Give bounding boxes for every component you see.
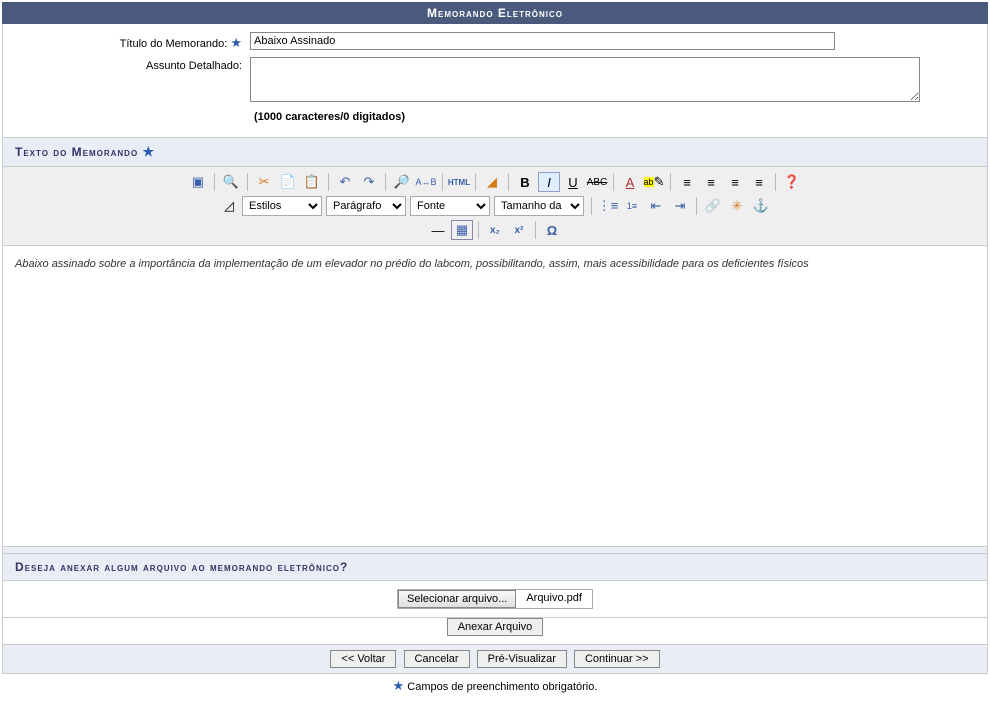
separator	[591, 197, 592, 215]
special-char-icon[interactable]: Ω	[541, 220, 563, 240]
file-select-row: Selecionar arquivo... Arquivo.pdf	[2, 581, 988, 618]
bold-icon[interactable]: B	[514, 172, 536, 192]
paragraph-select[interactable]: Parágrafo	[326, 196, 406, 216]
required-star-icon: ★	[230, 35, 242, 50]
table-icon[interactable]: ▦	[451, 220, 473, 240]
form-section: Título do Memorando: ★ Assunto Detalhado…	[2, 24, 988, 138]
required-star-icon: ★	[143, 144, 156, 159]
separator	[508, 173, 509, 191]
anchor-icon[interactable]: ⚓	[750, 196, 772, 216]
back-button[interactable]: << Voltar	[330, 650, 396, 668]
align-justify-icon[interactable]: ≡	[748, 172, 770, 192]
required-star-icon: ★	[393, 678, 405, 693]
attach-row: Anexar Arquivo	[2, 618, 988, 645]
number-list-icon[interactable]: 1≡	[621, 196, 643, 216]
separator	[478, 221, 479, 239]
anexo-section-header: Deseja anexar algum arquivo ao memorando…	[2, 554, 988, 581]
clear-format-icon[interactable]: ◢	[481, 172, 503, 192]
italic-icon[interactable]: I	[538, 172, 560, 192]
html-icon[interactable]: HTML	[448, 172, 470, 192]
undo-icon[interactable]: ↶	[334, 172, 356, 192]
redo-icon[interactable]: ↷	[358, 172, 380, 192]
separator	[247, 173, 248, 191]
font-size-select[interactable]: Tamanho da Fo	[494, 196, 584, 216]
underline-icon[interactable]: U	[562, 172, 584, 192]
texto-section-header: Texto do Memorando ★	[2, 138, 988, 167]
text-color-icon[interactable]: A	[619, 172, 641, 192]
copy-icon[interactable]: 📄	[277, 172, 299, 192]
editor-toolbar: ▣ 🔍 ✂ 📄 📋 ↶ ↷ 🔎 A↔B HTML ◢ B I U ABC A a…	[3, 167, 987, 246]
separator	[214, 173, 215, 191]
indent-icon[interactable]: ⇥	[669, 196, 691, 216]
help-icon[interactable]: ❓	[781, 172, 803, 192]
superscript-icon[interactable]: x²	[508, 220, 530, 240]
selected-file-name: Arquivo.pdf	[516, 590, 592, 608]
fullscreen-icon[interactable]: ▣	[187, 172, 209, 192]
titulo-label: Título do Memorando: ★	[15, 32, 250, 51]
separator	[385, 173, 386, 191]
cut-icon[interactable]: ✂	[253, 172, 275, 192]
highlight-color-icon[interactable]: ab✎	[643, 172, 665, 192]
unlink-icon[interactable]: ✳	[726, 196, 748, 216]
find-icon[interactable]: 🔎	[391, 172, 413, 192]
footnote: ★ Campos de preenchimento obrigatório.	[2, 674, 988, 698]
cancel-button[interactable]: Cancelar	[404, 650, 470, 668]
titulo-input[interactable]	[250, 32, 835, 50]
replace-icon[interactable]: A↔B	[415, 172, 437, 192]
preview-button[interactable]: Pré-Visualizar	[477, 650, 567, 668]
separator	[613, 173, 614, 191]
separator	[475, 173, 476, 191]
editor-container: ▣ 🔍 ✂ 📄 📋 ↶ ↷ 🔎 A↔B HTML ◢ B I U ABC A a…	[2, 167, 988, 547]
separator	[775, 173, 776, 191]
action-button-bar: << Voltar Cancelar Pré-Visualizar Contin…	[2, 645, 988, 674]
select-file-button[interactable]: Selecionar arquivo...	[398, 590, 516, 608]
separator	[696, 197, 697, 215]
link-icon[interactable]: 🔗	[702, 196, 724, 216]
align-left-icon[interactable]: ≡	[676, 172, 698, 192]
hr-icon[interactable]: —	[427, 220, 449, 240]
editor-content[interactable]: Abaixo assinado sobre a importância da i…	[3, 246, 987, 546]
outdent-icon[interactable]: ⇤	[645, 196, 667, 216]
separator	[535, 221, 536, 239]
attach-file-button[interactable]: Anexar Arquivo	[447, 618, 544, 636]
align-center-icon[interactable]: ≡	[700, 172, 722, 192]
separator	[442, 173, 443, 191]
strikethrough-icon[interactable]: ABC	[586, 172, 608, 192]
styles-select[interactable]: Estilos	[242, 196, 322, 216]
separator	[328, 173, 329, 191]
bullet-list-icon[interactable]: ⋮≡	[597, 196, 619, 216]
assunto-label: Assunto Detalhado:	[15, 57, 250, 72]
panel-title: Memorando Eletrônico	[2, 2, 988, 24]
align-right-icon[interactable]: ≡	[724, 172, 746, 192]
char-counter: (1000 caracteres/0 digitados)	[254, 111, 975, 123]
subscript-icon[interactable]: x₂	[484, 220, 506, 240]
continue-button[interactable]: Continuar >>	[574, 650, 660, 668]
paste-icon[interactable]: 📋	[301, 172, 323, 192]
separator	[670, 173, 671, 191]
font-select[interactable]: Fonte	[410, 196, 490, 216]
assunto-textarea[interactable]	[250, 57, 920, 102]
eraser-icon[interactable]: ◿	[218, 196, 240, 216]
spacer-bar	[2, 547, 988, 554]
preview-icon[interactable]: 🔍	[220, 172, 242, 192]
